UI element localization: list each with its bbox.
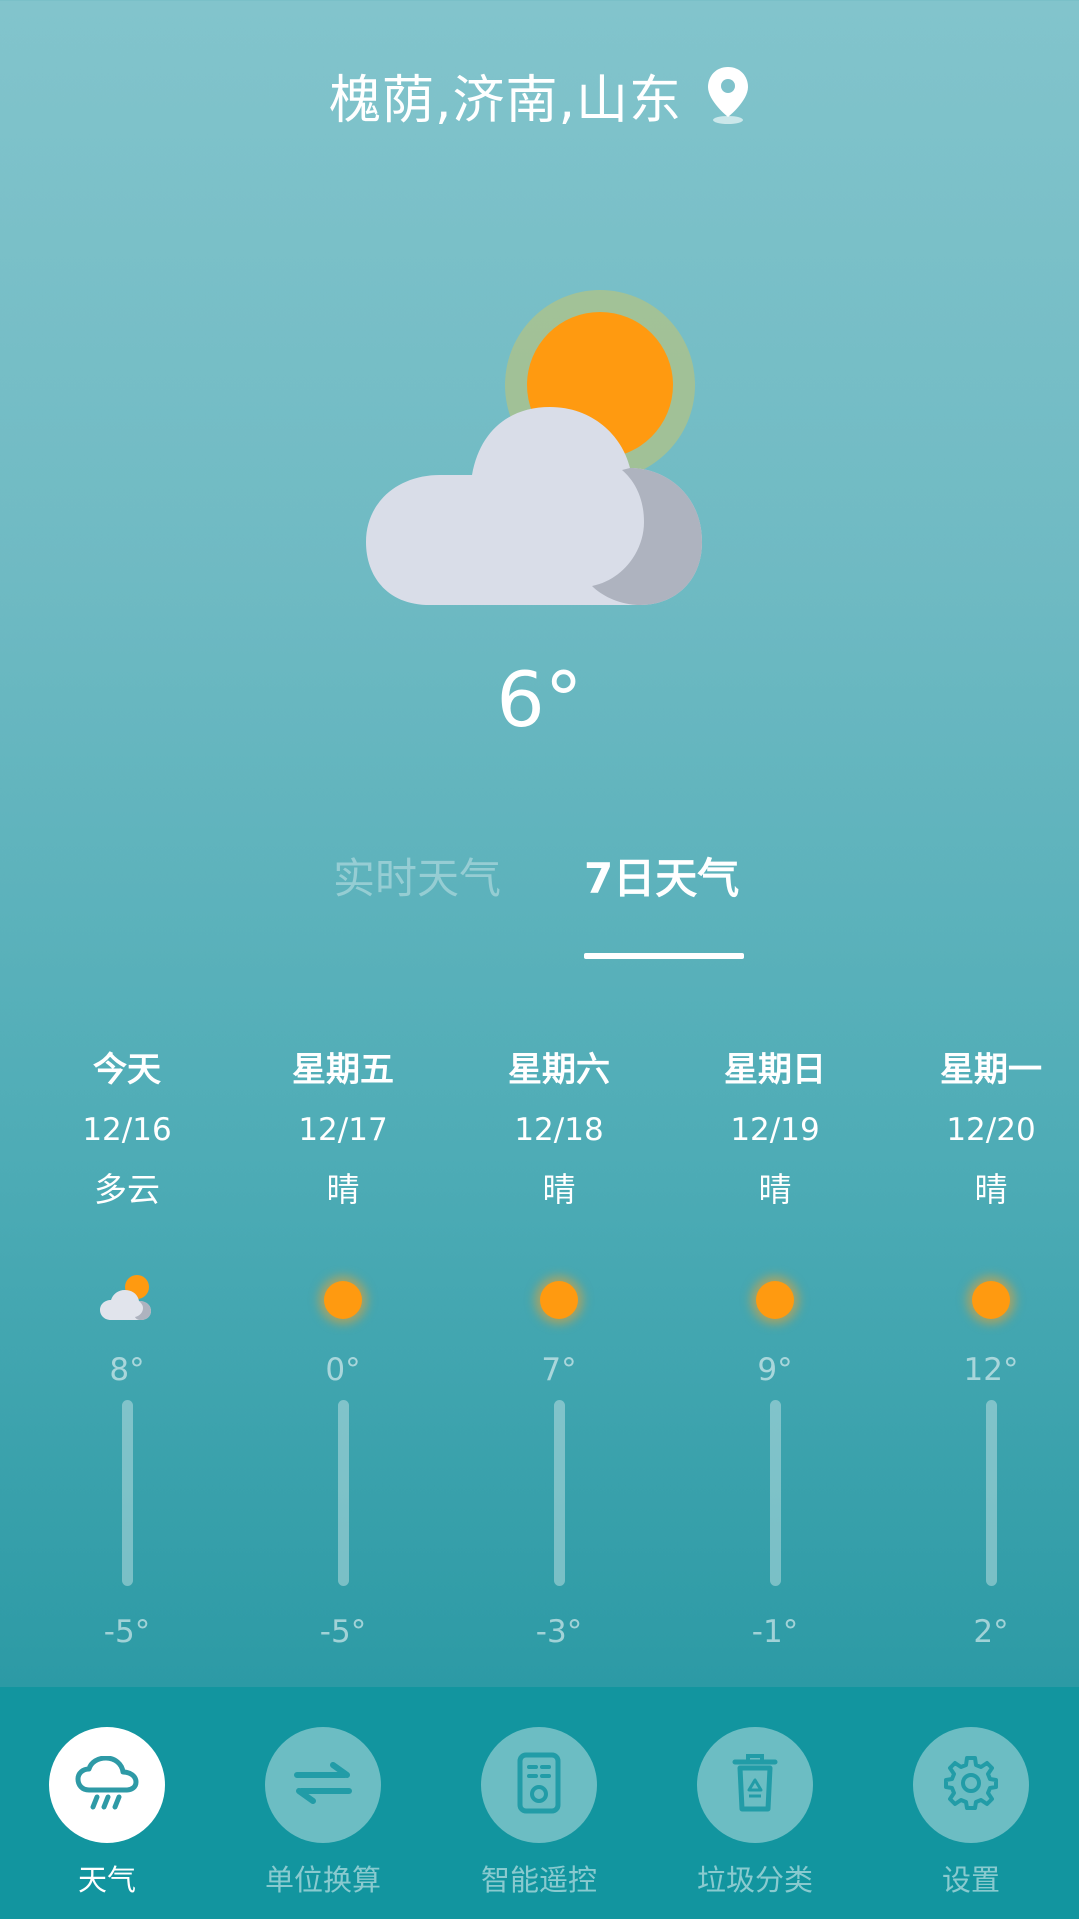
temperature-range-bar — [553, 1400, 565, 1586]
forecast-low: -1° — [751, 1614, 799, 1650]
location-pin-icon[interactable] — [706, 65, 750, 125]
bottom-navigation: 天气 单位换算 智能遥控 垃圾分类 设置 — [0, 1687, 1079, 1919]
forecast-day-name: 星期日 — [724, 1050, 826, 1090]
weather-tabs: 实时天气 7日天气 — [0, 845, 1079, 965]
forecast-high: 7° — [541, 1352, 577, 1388]
forecast-condition: 晴 — [974, 1170, 1008, 1209]
forecast-low: -5° — [103, 1614, 151, 1650]
nav-button-unit-conversion[interactable] — [265, 1727, 381, 1843]
nav-item-unit-conversion[interactable]: 单位换算 — [223, 1727, 423, 1899]
nav-label: 智能遥控 — [480, 1863, 597, 1897]
nav-label: 单位换算 — [264, 1863, 381, 1897]
sun-icon — [961, 1270, 1021, 1330]
seven-day-forecast: 今天 12/16 多云 8° -5° 星期五 12/17 晴 0° -5° 星期… — [18, 1045, 1079, 1685]
forecast-date: 12/20 — [946, 1112, 1036, 1148]
nav-button-weather[interactable] — [49, 1727, 165, 1843]
tab-7day-weather[interactable]: 7日天气 — [584, 845, 739, 906]
forecast-day: 星期日 12/19 晴 9° -1° — [665, 1045, 885, 1685]
forecast-day: 星期六 12/18 晴 7° -3° — [449, 1045, 669, 1685]
swap-arrows-icon — [293, 1761, 353, 1809]
forecast-high: 8° — [109, 1352, 145, 1388]
temperature-range-bar — [769, 1400, 781, 1586]
nav-item-settings[interactable]: 设置 — [871, 1727, 1071, 1899]
temperature-range-bar — [337, 1400, 349, 1586]
cloud-rain-icon — [75, 1755, 139, 1814]
nav-label: 天气 — [77, 1863, 136, 1897]
forecast-condition: 多云 — [94, 1170, 160, 1209]
forecast-condition: 晴 — [542, 1170, 576, 1209]
sun-icon — [313, 1270, 373, 1330]
forecast-day-name: 今天 — [93, 1050, 161, 1090]
nav-button-settings[interactable] — [913, 1727, 1029, 1843]
forecast-day: 今天 12/16 多云 8° -5° — [17, 1045, 237, 1685]
sun-icon — [745, 1270, 805, 1330]
remote-control-icon — [516, 1752, 562, 1818]
active-tab-indicator — [584, 953, 744, 959]
current-temperature: 6° — [496, 655, 583, 744]
forecast-day: 星期五 12/17 晴 0° -5° — [233, 1045, 453, 1685]
forecast-day-name: 星期六 — [508, 1050, 610, 1090]
partly-cloudy-icon — [360, 290, 720, 610]
forecast-date: 12/19 — [730, 1112, 820, 1148]
forecast-high: 0° — [325, 1352, 361, 1388]
nav-button-garbage-sorting[interactable] — [697, 1727, 813, 1843]
temperature-range-bar — [121, 1400, 133, 1586]
partly-cloudy-icon — [97, 1270, 157, 1330]
nav-item-garbage-sorting[interactable]: 垃圾分类 — [655, 1727, 855, 1899]
forecast-condition: 晴 — [758, 1170, 792, 1209]
nav-label: 设置 — [941, 1863, 1000, 1897]
forecast-low: -5° — [319, 1614, 367, 1650]
nav-button-smart-remote[interactable] — [481, 1727, 597, 1843]
forecast-high: 12° — [963, 1352, 1019, 1388]
forecast-date: 12/16 — [82, 1112, 172, 1148]
location-label[interactable]: 槐荫,济南,山东 — [329, 58, 682, 133]
recycle-bin-icon — [731, 1752, 779, 1818]
forecast-day-name: 星期五 — [292, 1050, 394, 1090]
temperature-range-bar — [985, 1400, 997, 1586]
sun-icon — [529, 1270, 589, 1330]
nav-item-smart-remote[interactable]: 智能遥控 — [439, 1727, 639, 1899]
tab-realtime-weather[interactable]: 实时天气 — [333, 845, 501, 906]
forecast-day-name: 星期一 — [940, 1050, 1042, 1090]
forecast-date: 12/17 — [298, 1112, 388, 1148]
forecast-day: 星期一 12/20 晴 12° 2° — [881, 1045, 1079, 1685]
nav-label: 垃圾分类 — [696, 1863, 813, 1897]
forecast-low: -3° — [535, 1614, 583, 1650]
forecast-condition: 晴 — [326, 1170, 360, 1209]
forecast-low: 2° — [973, 1614, 1009, 1650]
location-header: 槐荫,济南,山东 — [0, 55, 1079, 135]
nav-item-weather[interactable]: 天气 — [7, 1727, 207, 1899]
forecast-high: 9° — [757, 1352, 793, 1388]
forecast-date: 12/18 — [514, 1112, 604, 1148]
gear-icon — [943, 1755, 999, 1815]
